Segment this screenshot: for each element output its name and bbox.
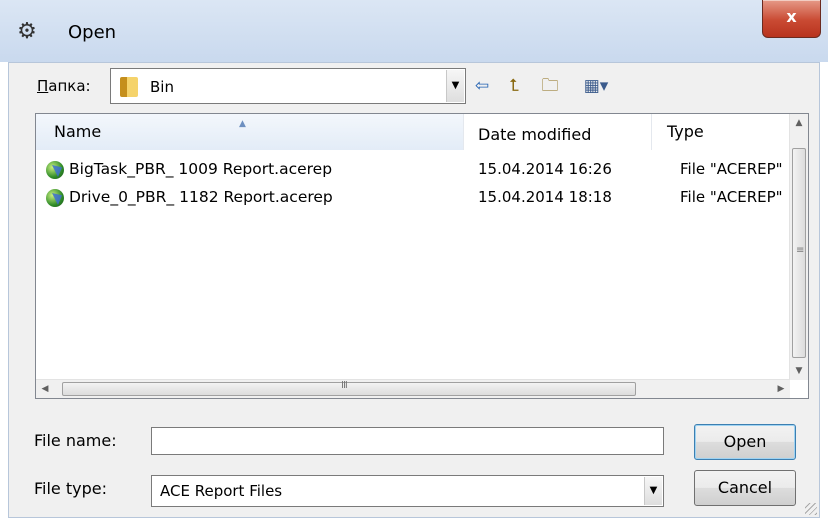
file-type: File "ACEREP" [680, 188, 783, 206]
vertical-scrollbar[interactable]: ▲ ≡ ▼ [789, 114, 808, 380]
look-in-label: Папка: [37, 77, 91, 95]
horizontal-scrollbar[interactable]: ◀ III ▶ [36, 379, 790, 398]
scroll-left-icon[interactable]: ◀ [36, 380, 54, 398]
list-header: ▲ Name Date modified Type [36, 114, 790, 150]
file-date: 15.04.2014 16:26 [478, 160, 612, 178]
title-bar[interactable]: ⚙ Open x [0, 0, 828, 62]
close-button[interactable]: x [762, 0, 821, 38]
chevron-down-icon[interactable]: ▼ [446, 70, 464, 102]
list-item[interactable]: BigTask_PBR_ 1009 Report.acerep 15.04.20… [40, 156, 790, 184]
file-name-input[interactable] [151, 427, 664, 455]
current-folder-name: Bin [150, 78, 174, 96]
sort-ascending-icon: ▲ [239, 119, 246, 129]
window-title: Open [68, 22, 117, 43]
cancel-button[interactable]: Cancel [694, 470, 796, 506]
list-item[interactable]: Drive_0_PBR_ 1182 Report.acerep 15.04.20… [40, 184, 790, 212]
file-type: File "ACEREP" [680, 160, 783, 178]
scroll-right-icon[interactable]: ▶ [772, 380, 790, 398]
view-menu-icon[interactable]: ▦▾ [577, 76, 615, 96]
chevron-down-icon[interactable]: ▼ [644, 477, 662, 505]
vertical-scroll-thumb[interactable]: ≡ [792, 148, 806, 358]
column-header-date[interactable]: Date modified [464, 114, 652, 150]
file-name-label: File name: [34, 431, 117, 450]
file-type-dropdown[interactable]: ACE Report Files ▼ [151, 475, 664, 507]
dialog-body: Папка: Bin ▼ ⇦ ⮤ 🗀 ▦▾ ▲ Name Date modifi… [8, 62, 820, 518]
scroll-down-icon[interactable]: ▼ [790, 362, 808, 380]
column-header-name[interactable]: ▲ Name [36, 114, 464, 150]
file-list[interactable]: ▲ Name Date modified Type BigTask_PBR_ 1… [35, 113, 809, 399]
folder-icon [120, 77, 138, 97]
resize-grip-icon[interactable] [805, 503, 817, 515]
grip-icon: III [341, 380, 348, 391]
up-folder-icon[interactable]: ⮤ [503, 76, 525, 96]
new-folder-icon[interactable]: 🗀 [539, 76, 561, 96]
acerep-file-icon [44, 187, 66, 209]
app-icon: ⚙ [17, 19, 37, 44]
back-arrow-icon[interactable]: ⇦ [471, 76, 493, 96]
file-name: Drive_0_PBR_ 1182 Report.acerep [69, 188, 333, 206]
look-in-dropdown[interactable]: Bin ▼ [110, 68, 466, 104]
file-name: BigTask_PBR_ 1009 Report.acerep [69, 160, 333, 178]
file-date: 15.04.2014 18:18 [478, 188, 612, 206]
horizontal-scroll-thumb[interactable]: III [62, 380, 636, 396]
grip-icon: ≡ [796, 245, 805, 256]
acerep-file-icon [44, 159, 66, 181]
file-type-label: File type: [34, 479, 107, 498]
file-type-value: ACE Report Files [160, 482, 283, 500]
open-button[interactable]: Open [694, 424, 796, 460]
column-header-type[interactable]: Type [652, 114, 790, 150]
scroll-up-icon[interactable]: ▲ [790, 114, 808, 132]
